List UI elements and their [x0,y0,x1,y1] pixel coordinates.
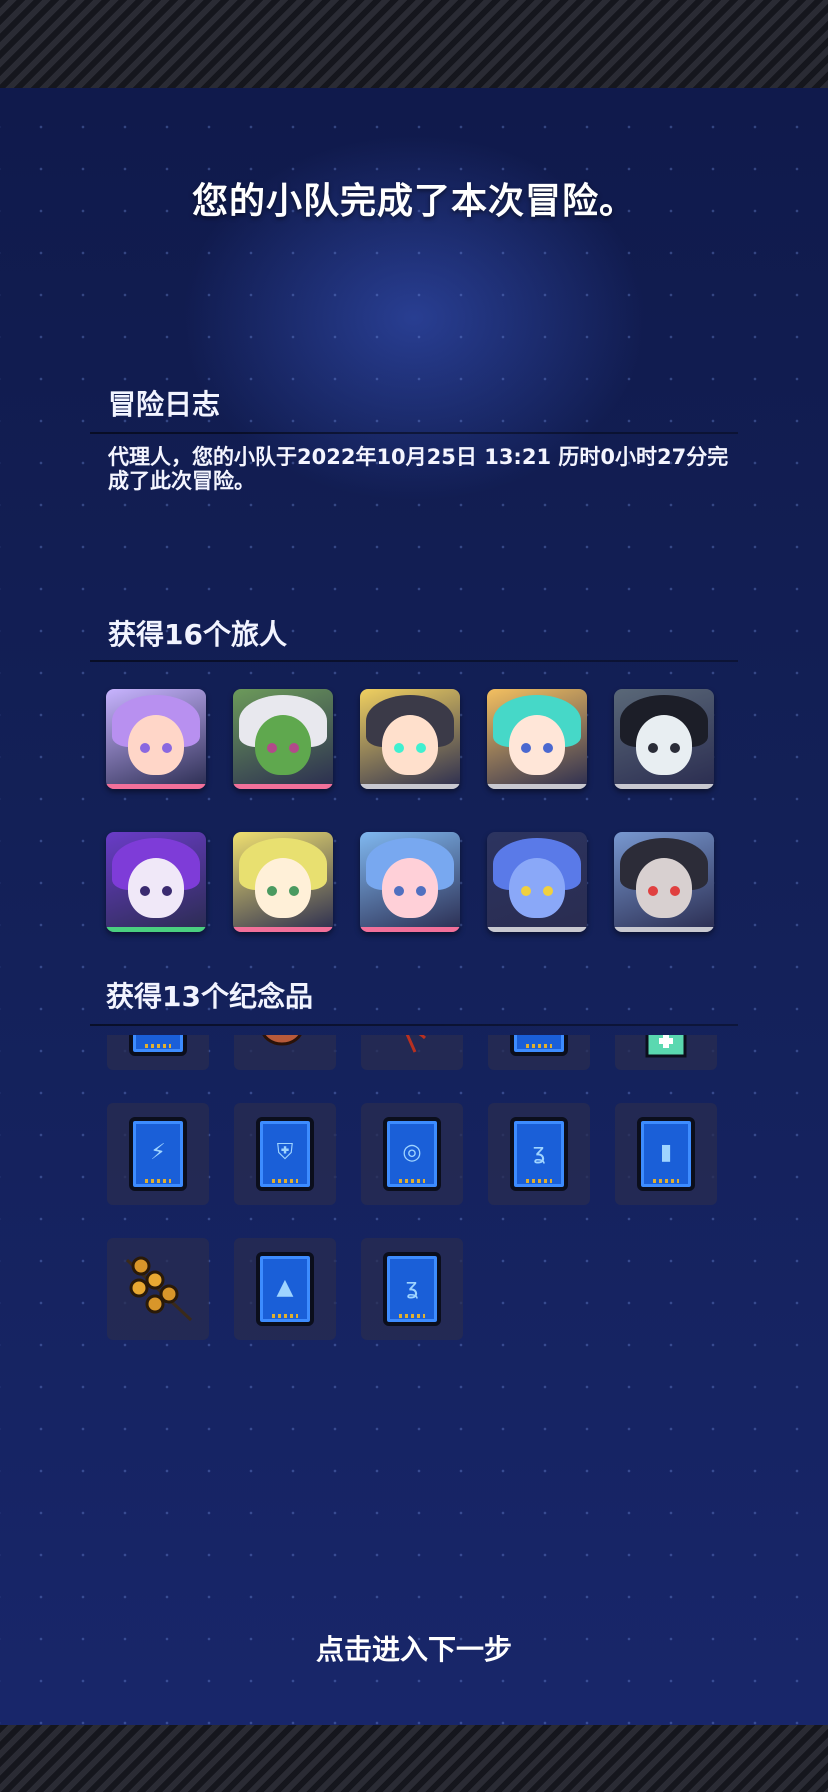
portrait-eye [521,743,531,753]
souvenir-slot[interactable]: ◎ [361,1103,463,1205]
rarity-bar [106,784,206,789]
rarity-bar [487,927,587,932]
portrait-face [509,715,565,775]
traveler-portrait[interactable] [487,689,587,789]
lightning-card-icon: ⚡ [129,1117,187,1191]
portrait-eye [670,886,680,896]
page-title: 您的小队完成了本次冒险。 [191,181,636,222]
rarity-bar [360,927,460,932]
souvenir-slot[interactable]: ⚡ [107,1103,209,1205]
skewer-souvenir-icon [121,1250,197,1326]
antler-souvenir-icon [395,1035,429,1058]
souvenir-slot[interactable]: ▮ [615,1103,717,1205]
portrait-face [128,715,184,775]
traveler-portrait[interactable] [106,832,206,932]
portrait-eye [289,886,299,896]
traveler-portrait[interactable] [106,689,206,789]
portrait-eye [394,886,404,896]
next-step-button[interactable]: 点击进入下一步 [0,1628,828,1668]
portrait-eye [162,743,172,753]
traveler-grid [106,689,726,932]
souvenirs-heading: 获得13个纪念品 [106,980,313,1013]
log-heading: 冒险日志 [108,388,221,421]
rarity-bar [487,784,587,789]
portrait-eye [416,743,426,753]
souvenir-slot[interactable] [615,1035,717,1070]
rarity-bar [233,784,333,789]
top-border-stripe [0,0,828,88]
souvenir-grid: ◆ ◆ ⚡ ⛨ ◎ ʓ ▮ ▲ ʓ [90,1035,738,1455]
traveler-portrait[interactable] [487,832,587,932]
portrait-eye [267,886,277,896]
rarity-bar [233,927,333,932]
souvenir-slot[interactable] [361,1035,463,1070]
portrait-eye [648,886,658,896]
medkit-souvenir-icon [645,1035,687,1060]
portrait-eye [521,886,531,896]
bottom-border-stripe [0,1725,828,1792]
log-text: 代理人，您的小队于2022年10月25日 13:21 历时0小时27分完成了此次… [108,445,729,493]
portrait-eye [416,886,426,896]
fish-souvenir-icon [252,1035,318,1048]
portrait-eye [162,886,172,896]
rarity-bar [106,927,206,932]
portrait-face [382,715,438,775]
data-card-icon: ◆ [129,1035,187,1056]
portrait-face [255,858,311,918]
portrait-eye [394,743,404,753]
souvenir-slot[interactable]: ▲ [234,1238,336,1340]
ear-card-icon: ʓ [510,1117,568,1191]
portrait-face [382,858,438,918]
portrait-eye [267,743,277,753]
traveler-portrait[interactable] [233,689,333,789]
rocket-card-icon: ▲ [256,1252,314,1326]
portrait-eye [543,886,553,896]
rarity-bar [614,784,714,789]
portrait-eye [543,743,553,753]
traveler-portrait[interactable] [614,689,714,789]
portrait-face [128,858,184,918]
portrait-face [636,715,692,775]
souvenir-slot[interactable]: ◆ [488,1035,590,1070]
rarity-bar [360,784,460,789]
portrait-eye [648,743,658,753]
shield-card-icon: ⛨ [256,1117,314,1191]
souvenir-slot[interactable]: ⛨ [234,1103,336,1205]
souvenir-slot[interactable] [107,1238,209,1340]
log-divider [90,432,738,434]
portrait-face [255,715,311,775]
portrait-face [509,858,565,918]
portrait-face [636,858,692,918]
souvenir-slot[interactable] [234,1035,336,1070]
traveler-portrait[interactable] [233,832,333,932]
portrait-eye [140,886,150,896]
travelers-heading: 获得16个旅人 [108,618,287,651]
souvenir-slot[interactable]: ◆ [107,1035,209,1070]
rarity-bar [614,927,714,932]
portrait-eye [140,743,150,753]
ear-card-icon: ʓ [383,1252,441,1326]
portrait-eye [289,743,299,753]
data-card-icon: ◆ [510,1035,568,1056]
portrait-eye [670,743,680,753]
travelers-divider [90,660,738,662]
traveler-portrait[interactable] [360,689,460,789]
souvenirs-divider [90,1024,738,1026]
souvenir-slot[interactable]: ʓ [488,1103,590,1205]
traveler-portrait[interactable] [360,832,460,932]
eye-card-icon: ◎ [383,1117,441,1191]
souvenir-slot[interactable]: ʓ [361,1238,463,1340]
battery-card-icon: ▮ [637,1117,695,1191]
traveler-portrait[interactable] [614,832,714,932]
